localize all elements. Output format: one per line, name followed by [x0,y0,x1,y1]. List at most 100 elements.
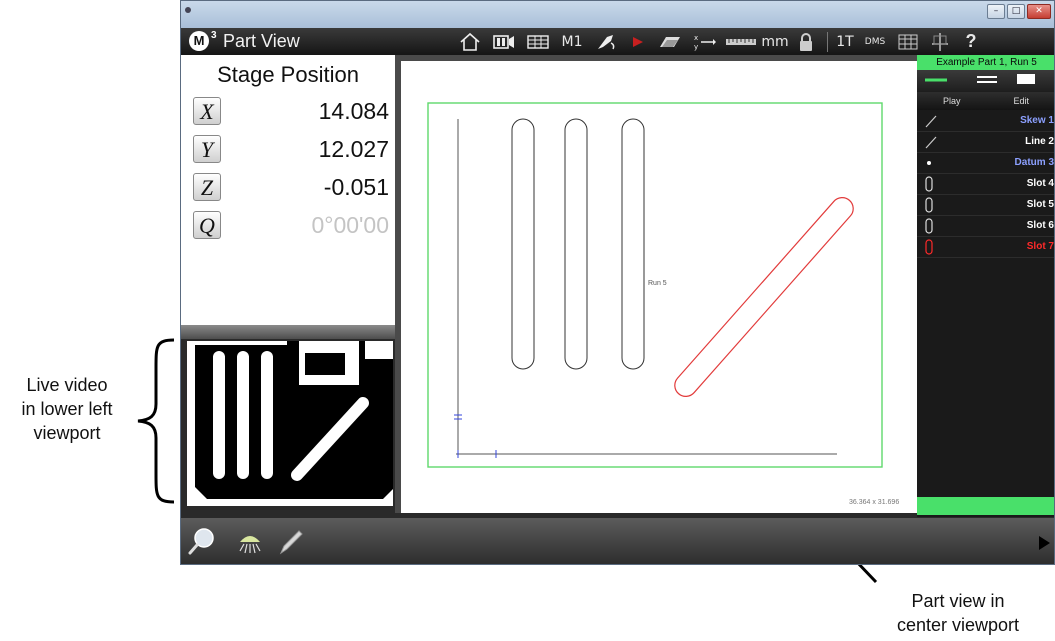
feature-name: Slot 6 [1026,220,1054,231]
feature-name: Line 2 [1025,136,1054,147]
stage-position-panel: Stage Position X 14.084 Y 12.027 Z -0.05… [181,55,395,325]
app-window: – □ ✕ M 3 Part View M1 x y mm 1T DMS ? S… [180,0,1055,565]
axis-y-button[interactable]: Y [193,135,221,163]
feature-name: Slot 5 [1026,199,1054,210]
feature-item[interactable]: Slot 5 [917,195,1054,216]
datum-markers [454,414,497,458]
feature-item[interactable]: Datum 3 [917,153,1054,174]
angle-format-label[interactable]: DMS [858,28,892,55]
live-video-viewport[interactable] [187,341,393,506]
line-icon [925,115,937,128]
play-icon[interactable] [1039,536,1050,550]
app-window-icon [185,7,191,13]
axis-z-button[interactable]: Z [193,173,221,201]
slot-6-outline [621,118,645,370]
grid-icon[interactable] [892,28,924,55]
axis-x-button[interactable]: X [193,97,221,125]
axis-x-value: 14.084 [318,98,389,124]
annotation-line: center viewport [896,615,1020,635]
units-label[interactable]: mm [761,28,789,55]
annotation-line: Part view in [911,591,1005,611]
home-icon[interactable] [453,28,487,55]
slot-icon [925,239,933,255]
slot-4-outline [511,118,535,370]
axis-row-z: Z -0.051 [193,173,393,201]
video-icon[interactable] [487,28,521,55]
help-icon[interactable]: ? [956,28,986,55]
tolerance-label[interactable]: 1T [832,28,858,55]
viewport-divider[interactable] [181,325,395,339]
axis-z-value: -0.051 [323,174,389,200]
view-white-lines-icon [977,76,997,83]
main-toolbar: M 3 Part View M1 xy mm 1T DMS ? [181,28,1054,55]
svg-text:x: x [694,34,698,42]
annotation-live-video: Live video in lower left viewport [0,373,134,445]
tab-play[interactable]: Play [917,92,987,110]
axis-swap-icon[interactable]: xy [687,28,721,55]
feature-name: Slot 7 [1026,241,1054,252]
slot-icon [925,218,933,234]
feature-panel: Example Part 1, Run 5 Play Edit Skew 1 L… [917,55,1055,517]
tab-edit[interactable]: Edit [987,92,1055,110]
annotation-line: viewport [33,423,101,443]
feature-name: Slot 4 [1026,178,1054,189]
lock-icon[interactable] [789,28,823,55]
plane-icon[interactable] [653,28,687,55]
axis-row-x: X 14.084 [193,97,393,125]
stage-position-title: Stage Position [217,62,359,87]
light-icon[interactable] [235,526,265,556]
m1-label[interactable]: M1 [555,28,589,55]
slot-5-outline [564,118,588,370]
feature-item[interactable]: Slot 7 [917,237,1054,258]
app-logo: M [189,31,209,51]
feature-tabs: Play Edit [917,92,1055,110]
close-button[interactable]: ✕ [1027,4,1051,19]
annotation-line: in lower left [21,399,113,419]
axis-row-q: Q 0°00'00 [193,211,393,239]
feature-item[interactable]: Line 2 [917,132,1054,153]
app-logo-superscript: 3 [211,30,217,41]
window-controls: – □ ✕ [987,4,1051,19]
zoom-icon[interactable] [187,526,217,556]
view-white-block-icon [1017,74,1035,84]
part-run-title: Example Part 1, Run 5 [917,55,1054,70]
live-video-image [187,341,393,506]
feature-name: Skew 1 [1020,115,1054,126]
annotation-part-view: Part view in center viewport [868,589,1048,637]
axis-y-value: 12.027 [318,136,389,162]
annotation-brace [137,338,175,504]
slot-7-outline [674,197,854,397]
maximize-button[interactable]: □ [1007,4,1025,19]
run-icon[interactable] [623,28,653,55]
status-bar-green [917,497,1054,515]
view-mode-bar [917,70,1054,92]
slot-icon [925,197,933,213]
axis-row-y: Y 12.027 [193,135,393,163]
screen-title: Part View [223,31,300,51]
view-size-label: 36.364 x 31.696 [849,499,900,506]
window-title-bar: – □ ✕ [181,1,1054,28]
line-icon [925,136,937,149]
ruler-icon[interactable] [721,28,761,55]
toolbar-divider [827,31,828,52]
toolbar-items: M1 xy mm 1T DMS ? [453,28,986,55]
probe-icon[interactable] [589,28,623,55]
table-icon[interactable] [521,28,555,55]
pen-icon[interactable] [277,526,307,556]
minimize-button[interactable]: – [987,4,1005,19]
datum-icon[interactable] [924,28,956,55]
annotation-line: Live video [26,375,108,395]
feature-list: Skew 1 Line 2 Datum 3 Slot 4 Slot 5 Slot… [917,111,1054,258]
slot-icon [925,176,933,192]
part-drawing [427,102,883,468]
feature-item[interactable]: Slot 4 [917,174,1054,195]
bottom-toolbar [181,518,1054,564]
run-label: Run 5 [648,280,667,287]
feature-name: Datum 3 [1014,157,1054,168]
part-view-viewport[interactable] [401,61,917,513]
svg-text:y: y [694,43,698,51]
feature-item[interactable]: Skew 1 [917,111,1054,132]
feature-item[interactable]: Slot 6 [917,216,1054,237]
point-icon [927,161,931,165]
axis-q-button[interactable]: Q [193,211,221,239]
